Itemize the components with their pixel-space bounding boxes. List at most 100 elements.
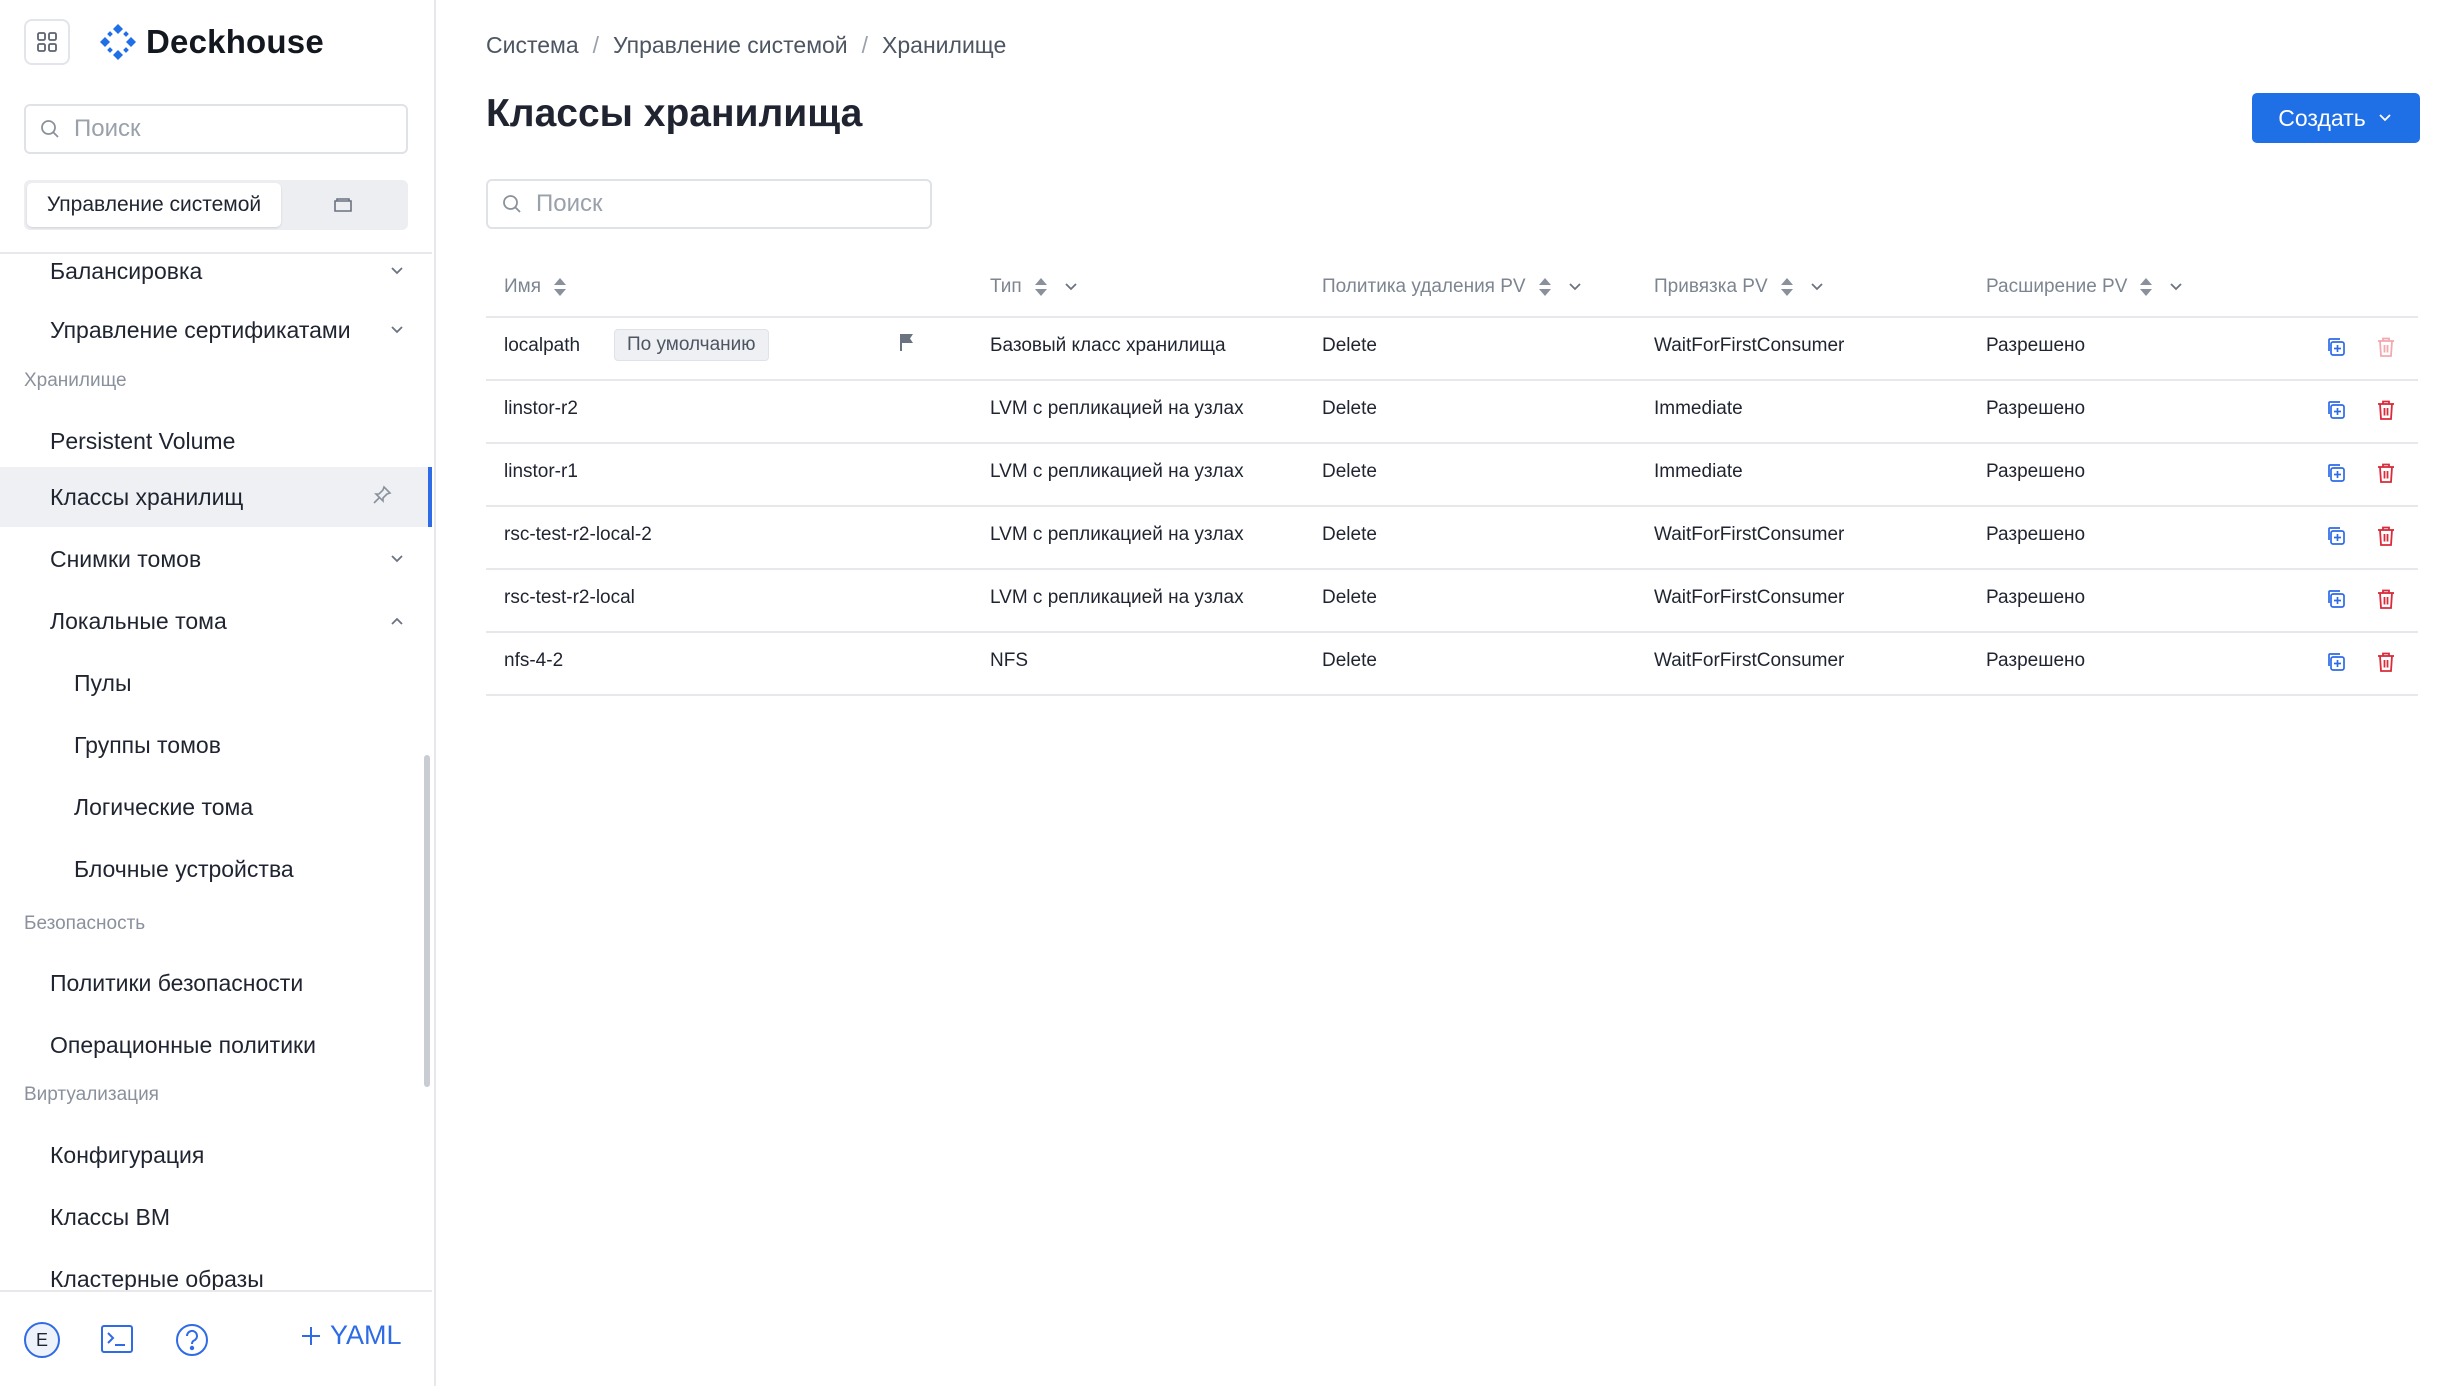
sort-icon[interactable] <box>553 277 567 297</box>
cell-type: LVM с репликацией на узлах <box>990 524 1244 545</box>
breadcrumb-separator: / <box>861 32 869 58</box>
column-header-reclaim-policy[interactable]: Политика удаления PV <box>1322 276 1584 298</box>
segment-system-management[interactable]: Управление системой <box>27 183 281 227</box>
filter-chevron-icon[interactable] <box>1062 278 1080 296</box>
cell-binding-mode: Immediate <box>1654 398 1743 419</box>
column-label: Расширение PV <box>1986 276 2128 297</box>
cell-reclaim-policy: Delete <box>1322 461 1377 482</box>
cell-name[interactable]: rsc-test-r2-local <box>504 587 635 609</box>
table-row[interactable]: localpath По умолчанию Базовый класс храни… <box>486 318 2418 381</box>
delete-icon[interactable] <box>2376 462 2396 484</box>
sidebar-item-label: Политики безопасности <box>50 969 304 996</box>
segment-projects[interactable] <box>281 183 405 227</box>
cell-reclaim-policy: Delete <box>1322 335 1377 356</box>
cell-binding-mode: WaitForFirstConsumer <box>1654 650 1845 671</box>
sidebar-item-storage-classes[interactable]: Классы хранилищ <box>0 467 432 527</box>
create-button[interactable]: Создать <box>2252 93 2420 143</box>
table-row[interactable]: linstor-r2 LVM с репликацией на узлах Dele… <box>486 381 2418 444</box>
apps-menu-button[interactable] <box>24 19 70 65</box>
sidebar-nav: Балансировка Управление сертификатами Хр… <box>0 252 432 1290</box>
cell-binding-mode: Immediate <box>1654 461 1743 482</box>
delete-icon[interactable] <box>2376 588 2396 610</box>
sidebar-scrollbar[interactable] <box>424 755 430 1087</box>
column-header-type[interactable]: Тип <box>990 276 1080 298</box>
sidebar-item-operational-policies[interactable]: Операционные политики <box>0 1016 432 1074</box>
sort-icon[interactable] <box>1780 277 1794 297</box>
duplicate-icon[interactable] <box>2325 462 2347 484</box>
duplicate-icon[interactable] <box>2325 336 2347 358</box>
delete-icon[interactable] <box>2376 399 2396 421</box>
add-yaml-button[interactable]: YAML <box>300 1320 402 1351</box>
sidebar-item-balancing[interactable]: Балансировка <box>0 254 432 300</box>
sidebar-item-volume-groups[interactable]: Группы томов <box>0 716 432 774</box>
sidebar-item-vm-classes[interactable]: Классы ВМ <box>0 1188 432 1246</box>
flag-icon <box>898 332 916 352</box>
sort-icon[interactable] <box>2139 277 2153 297</box>
filter-chevron-icon[interactable] <box>1566 278 1584 296</box>
sidebar-item-label: Операционные политики <box>50 1031 316 1058</box>
pin-icon[interactable] <box>372 485 392 505</box>
cell-reclaim-policy: Delete <box>1322 587 1377 608</box>
filter-chevron-icon[interactable] <box>1808 278 1826 296</box>
cell-name[interactable]: rsc-test-r2-local-2 <box>504 524 652 546</box>
table-row[interactable]: nfs-4-2 NFS Delete WaitForFirstConsumer Разр… <box>486 633 2418 696</box>
sidebar-item-local-volumes[interactable]: Локальные тома <box>0 592 432 650</box>
delete-icon <box>2376 336 2396 358</box>
sidebar-item-label: Блочные устройства <box>74 855 294 882</box>
sidebar-search-field[interactable] <box>24 104 408 154</box>
sidebar-item-volume-snapshots[interactable]: Снимки томов <box>0 530 432 588</box>
storage-class-search-field[interactable] <box>486 179 932 229</box>
page-title: Классы хранилища <box>486 92 863 135</box>
cell-name[interactable]: linstor-r2 <box>504 398 578 420</box>
cell-type: LVM с репликацией на узлах <box>990 398 1244 419</box>
table-row[interactable]: linstor-r1 LVM с репликацией на узлах Dele… <box>486 444 2418 507</box>
deckhouse-logo-icon <box>98 22 138 62</box>
sidebar-item-pools[interactable]: Пулы <box>0 654 432 712</box>
user-avatar[interactable]: E <box>24 1322 60 1358</box>
duplicate-icon[interactable] <box>2325 588 2347 610</box>
sidebar-item-block-devices[interactable]: Блочные устройства <box>0 840 432 898</box>
sidebar-item-label: Снимки томов <box>50 545 202 572</box>
cell-reclaim-policy: Delete <box>1322 650 1377 671</box>
breadcrumb-item-system-management[interactable]: Управление системой <box>613 32 848 59</box>
column-header-name[interactable]: Имя <box>504 276 567 298</box>
filter-chevron-icon[interactable] <box>2167 278 2185 296</box>
duplicate-icon[interactable] <box>2325 651 2347 673</box>
sort-icon[interactable] <box>1034 277 1048 297</box>
breadcrumb-item-system[interactable]: Система <box>486 32 579 59</box>
breadcrumb-item-storage[interactable]: Хранилище <box>882 32 1006 59</box>
sidebar-item-security-policies[interactable]: Политики безопасности <box>0 954 432 1012</box>
sidebar-item-cluster-images[interactable]: Кластерные образы <box>0 1250 432 1291</box>
sidebar-footer: E YAML <box>0 1290 432 1388</box>
sidebar-segment-control: Управление системой <box>24 180 408 230</box>
column-header-binding-mode[interactable]: Привязка PV <box>1654 276 1826 298</box>
table-row[interactable]: rsc-test-r2-local-2 LVM с репликацией на … <box>486 507 2418 570</box>
sidebar-item-configuration[interactable]: Конфигурация <box>0 1126 432 1184</box>
column-label: Имя <box>504 276 542 297</box>
help-icon[interactable] <box>174 1322 210 1358</box>
column-label: Тип <box>990 276 1022 297</box>
sidebar-item-label: Балансировка <box>50 257 203 284</box>
cell-name[interactable]: linstor-r1 <box>504 461 578 483</box>
table-header: Имя Тип Политика удаления PV Привязка PV… <box>486 258 2418 318</box>
sidebar-search-input[interactable] <box>72 114 376 144</box>
sidebar-item-label: Классы хранилищ <box>50 483 244 510</box>
sidebar-item-certificates[interactable]: Управление сертификатами <box>0 301 432 359</box>
duplicate-icon[interactable] <box>2325 525 2347 547</box>
deckhouse-logo[interactable]: Deckhouse <box>98 22 324 62</box>
sidebar-item-label: Persistent Volume <box>50 427 236 454</box>
sidebar-item-label: Локальные тома <box>50 607 227 634</box>
column-header-volume-expansion[interactable]: Расширение PV <box>1986 276 2185 298</box>
terminal-icon[interactable] <box>100 1323 134 1355</box>
sort-icon[interactable] <box>1538 277 1552 297</box>
storage-class-search-input[interactable] <box>534 189 838 219</box>
sidebar-item-persistent-volume[interactable]: Persistent Volume <box>0 412 432 470</box>
delete-icon[interactable] <box>2376 651 2396 673</box>
sidebar-item-logical-volumes[interactable]: Логические тома <box>0 778 432 836</box>
cell-name[interactable]: localpath <box>504 335 580 357</box>
cell-binding-mode: WaitForFirstConsumer <box>1654 587 1845 608</box>
cell-name[interactable]: nfs-4-2 <box>504 650 563 672</box>
delete-icon[interactable] <box>2376 525 2396 547</box>
duplicate-icon[interactable] <box>2325 399 2347 421</box>
table-row[interactable]: rsc-test-r2-local LVM с репликацией на уз… <box>486 570 2418 633</box>
